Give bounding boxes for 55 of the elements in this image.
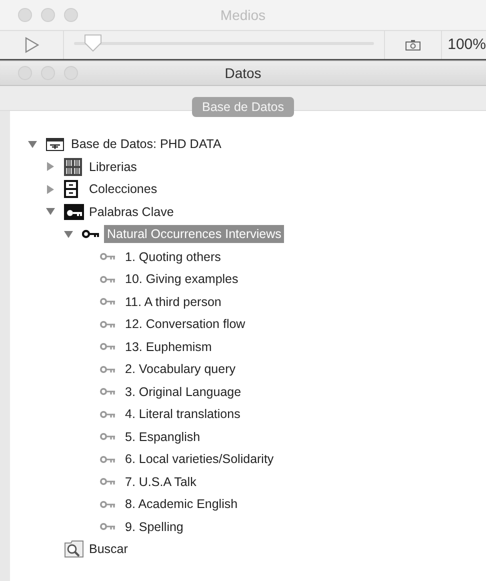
slider-thumb[interactable]: [82, 33, 103, 53]
key-icon: [100, 274, 116, 284]
key-folder-icon: [64, 204, 84, 220]
minimize-button[interactable]: [41, 66, 55, 80]
tree-item[interactable]: Palabras Clave: [86, 202, 177, 221]
tree-item[interactable]: 12. Conversation flow: [122, 315, 248, 334]
key-icon: [100, 252, 116, 262]
tree-item[interactable]: 11. A third person: [122, 292, 224, 311]
zoom-level[interactable]: 100%: [442, 31, 486, 59]
tree-item[interactable]: 2. Vocabulary query: [122, 360, 238, 378]
key-icon: [100, 500, 116, 509]
key-icon: [100, 432, 116, 442]
key-icon: [100, 320, 116, 329]
key-icon: [100, 342, 116, 352]
key-icon: [100, 454, 116, 464]
tree-item[interactable]: Librerias: [86, 158, 140, 176]
disclosure-triangle[interactable]: [28, 140, 37, 149]
tree-item[interactable]: 8. Academic English: [122, 495, 241, 514]
close-button[interactable]: [18, 66, 32, 80]
database-icon: [46, 138, 64, 151]
tree-item[interactable]: 9. Spelling: [122, 518, 186, 536]
tree-item[interactable]: Buscar: [86, 540, 131, 558]
key-icon: [100, 410, 116, 419]
disclosure-triangle[interactable]: [46, 184, 55, 194]
tree-item[interactable]: 10. Giving examples: [122, 270, 242, 288]
key-icon: [100, 364, 116, 374]
bookshelf-icon: [64, 158, 82, 176]
search-icon: [64, 540, 84, 558]
zoom-button[interactable]: [64, 66, 78, 80]
tree-item[interactable]: 4. Literal translations: [122, 405, 244, 424]
disclosure-triangle[interactable]: [46, 207, 55, 216]
zoom-button[interactable]: [64, 8, 78, 22]
tree-item[interactable]: 7. U.S.A Talk: [122, 472, 200, 491]
tree-item[interactable]: 6. Local varieties/Solidarity: [122, 450, 277, 468]
tree-item[interactable]: Base de Datos: PHD DATA: [68, 135, 224, 154]
window-title: Medios: [220, 7, 266, 23]
tree-item[interactable]: 5. Espanglish: [122, 428, 204, 446]
tree-item[interactable]: 3. Original Language: [122, 382, 244, 401]
key-icon: [100, 387, 116, 396]
disclosure-triangle[interactable]: [46, 162, 55, 172]
tree-item[interactable]: 1. Quoting others: [122, 248, 224, 266]
camera-icon: [404, 39, 421, 51]
key-icon: [100, 477, 116, 486]
tree-item[interactable]: 13. Euphemism: [122, 338, 215, 356]
tree-item[interactable]: Colecciones: [86, 180, 160, 198]
key-icon: [82, 229, 100, 240]
minimize-button[interactable]: [41, 8, 55, 22]
close-button[interactable]: [18, 8, 32, 22]
disclosure-triangle[interactable]: [64, 230, 73, 239]
file-cabinet-icon: [64, 180, 78, 198]
window-title: Datos: [224, 65, 262, 81]
snapshot-button[interactable]: [384, 31, 442, 59]
play-icon: [24, 37, 40, 53]
key-icon: [100, 297, 116, 306]
key-icon: [100, 522, 116, 532]
